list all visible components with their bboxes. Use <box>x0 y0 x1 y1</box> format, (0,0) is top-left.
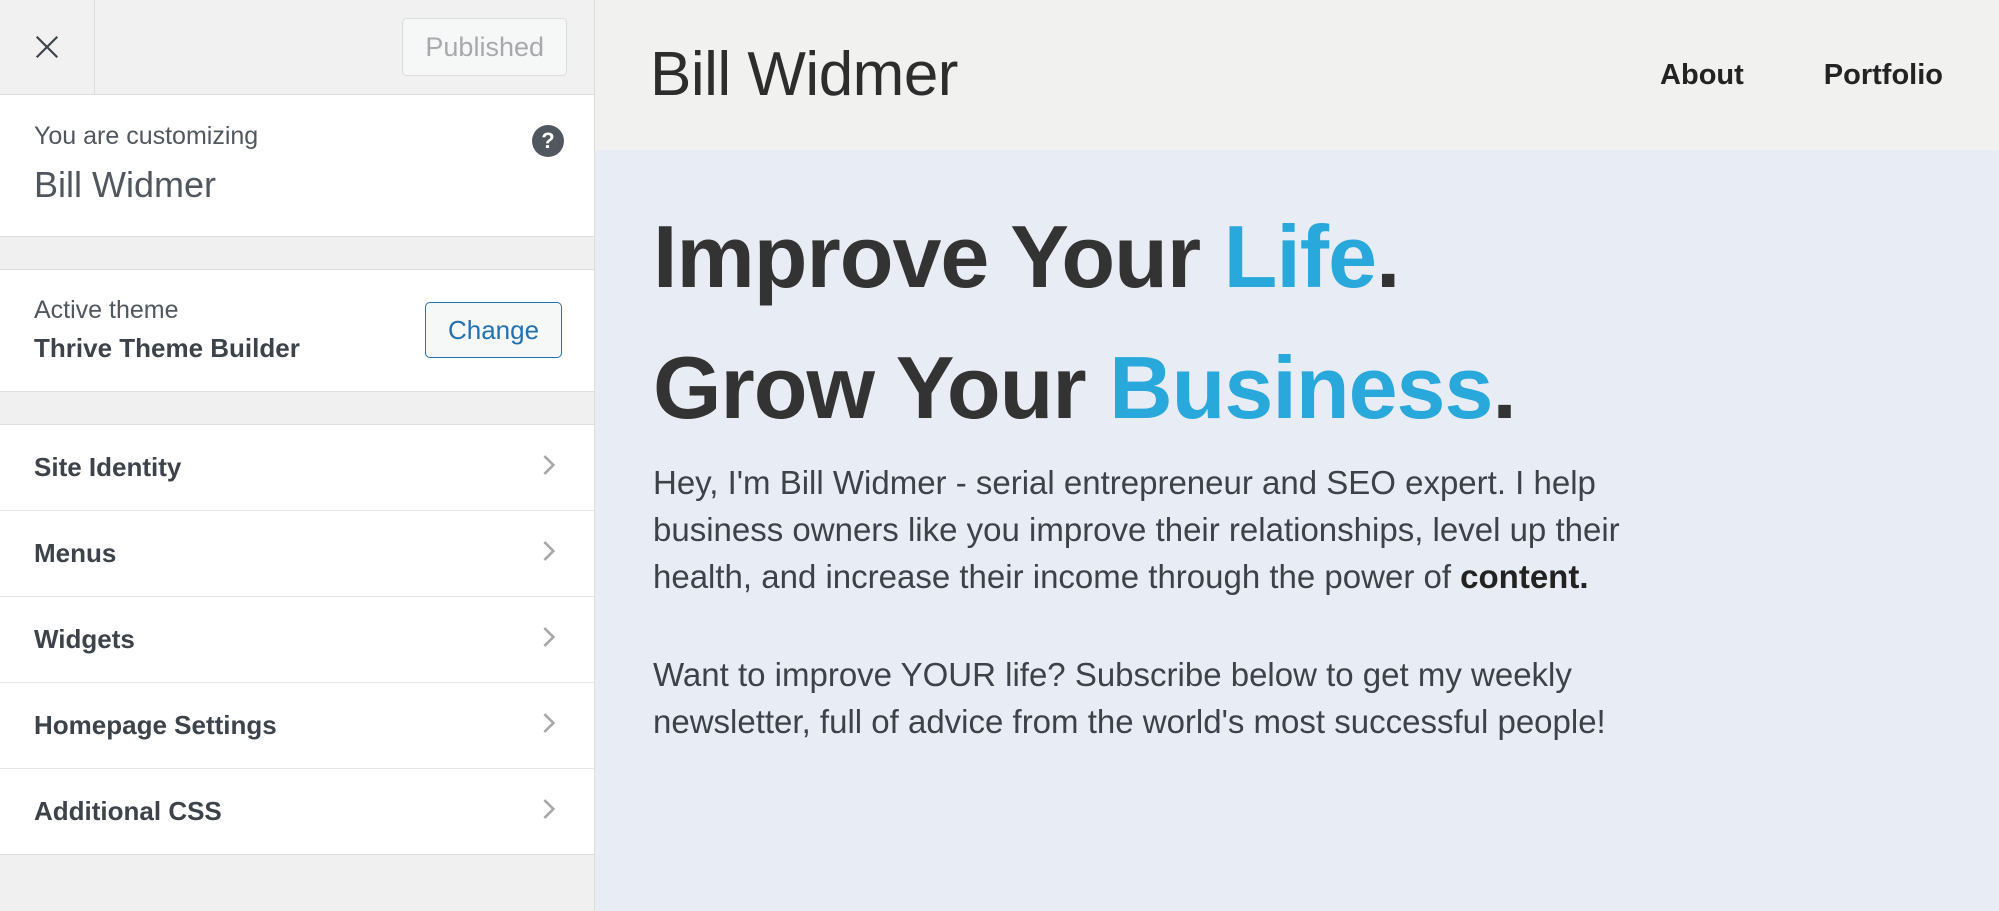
hero-heading-2-plain: Grow Your <box>653 338 1110 438</box>
panel-item-label: Homepage Settings <box>34 709 277 740</box>
nav-link-portfolio[interactable]: Portfolio <box>1824 59 1943 92</box>
site-preview: Bill Widmer About Portfolio Improve Your… <box>595 0 1999 911</box>
chevron-right-icon <box>536 710 562 741</box>
customizer-screen: Published You are customizing Bill Widme… <box>0 0 1999 911</box>
site-header: Bill Widmer About Portfolio <box>595 0 1999 150</box>
section-separator-top <box>0 237 594 271</box>
hero-heading-1-accent: Life <box>1223 207 1377 306</box>
hero-paragraph-1-bold: content. <box>1460 557 1589 595</box>
hero-section: Improve Your Life. Grow Your Business. H… <box>595 150 1999 911</box>
hero-heading-2-accent: Business <box>1109 338 1493 438</box>
hero-heading-line-2: Grow Your Business. <box>653 329 1939 446</box>
site-nav: About Portfolio <box>1660 59 1943 92</box>
active-theme-texts: Active theme Thrive Theme Builder <box>34 295 300 365</box>
publish-area: Published <box>402 0 594 94</box>
panel-item-label: Additional CSS <box>34 795 222 826</box>
sidebar-bottom-area <box>0 854 594 911</box>
panel-item-label: Site Identity <box>34 451 182 482</box>
panel-item-widgets[interactable]: Widgets <box>0 596 594 683</box>
help-icon[interactable]: ? <box>532 125 564 157</box>
customizing-site-name: Bill Widmer <box>34 164 217 205</box>
hero-heading-2-period: . <box>1492 338 1516 438</box>
panel-item-additional-css[interactable]: Additional CSS <box>0 768 594 855</box>
section-separator-bottom <box>0 391 594 425</box>
chevron-right-icon <box>536 624 562 655</box>
panel-item-label: Widgets <box>34 623 135 654</box>
change-theme-button[interactable]: Change <box>425 302 562 359</box>
nav-link-about[interactable]: About <box>1660 59 1744 92</box>
active-theme-label: Active theme <box>34 296 179 325</box>
hero-heading-1-period: . <box>1376 207 1400 306</box>
panel-item-menus[interactable]: Menus <box>0 510 594 597</box>
site-logo-title[interactable]: Bill Widmer <box>650 44 958 106</box>
chevron-right-icon <box>536 452 562 483</box>
hero-paragraph-2: Want to improve YOUR life? Subscribe bel… <box>653 655 1606 740</box>
close-x-icon <box>30 30 64 64</box>
hero-paragraph-1: Hey, I'm Bill Widmer - serial entreprene… <box>653 460 1713 601</box>
hero-heading-line-1: Improve Your Life. <box>653 198 1939 315</box>
chevron-right-icon <box>536 538 562 569</box>
active-theme-block: Active theme Thrive Theme Builder Change <box>0 270 594 392</box>
active-theme-name: Thrive Theme Builder <box>34 333 300 364</box>
customizing-eyebrow: You are customizing <box>34 122 259 150</box>
panel-item-site-identity[interactable]: Site Identity <box>0 424 594 511</box>
panel-item-homepage-settings[interactable]: Homepage Settings <box>0 682 594 769</box>
customizing-header: You are customizing Bill Widmer ? <box>0 95 594 238</box>
customizer-sidebar: Published You are customizing Bill Widme… <box>0 0 595 911</box>
hero-heading-1-plain: Improve Your <box>653 207 1224 306</box>
publish-button[interactable]: Published <box>402 18 567 76</box>
close-customizer-button[interactable] <box>0 0 95 94</box>
panel-item-label: Menus <box>34 537 117 568</box>
customizer-topbar: Published <box>0 0 594 95</box>
customizer-panel-list: Site Identity Menus Widgets Homepage Set… <box>0 424 594 855</box>
chevron-right-icon <box>536 796 562 827</box>
